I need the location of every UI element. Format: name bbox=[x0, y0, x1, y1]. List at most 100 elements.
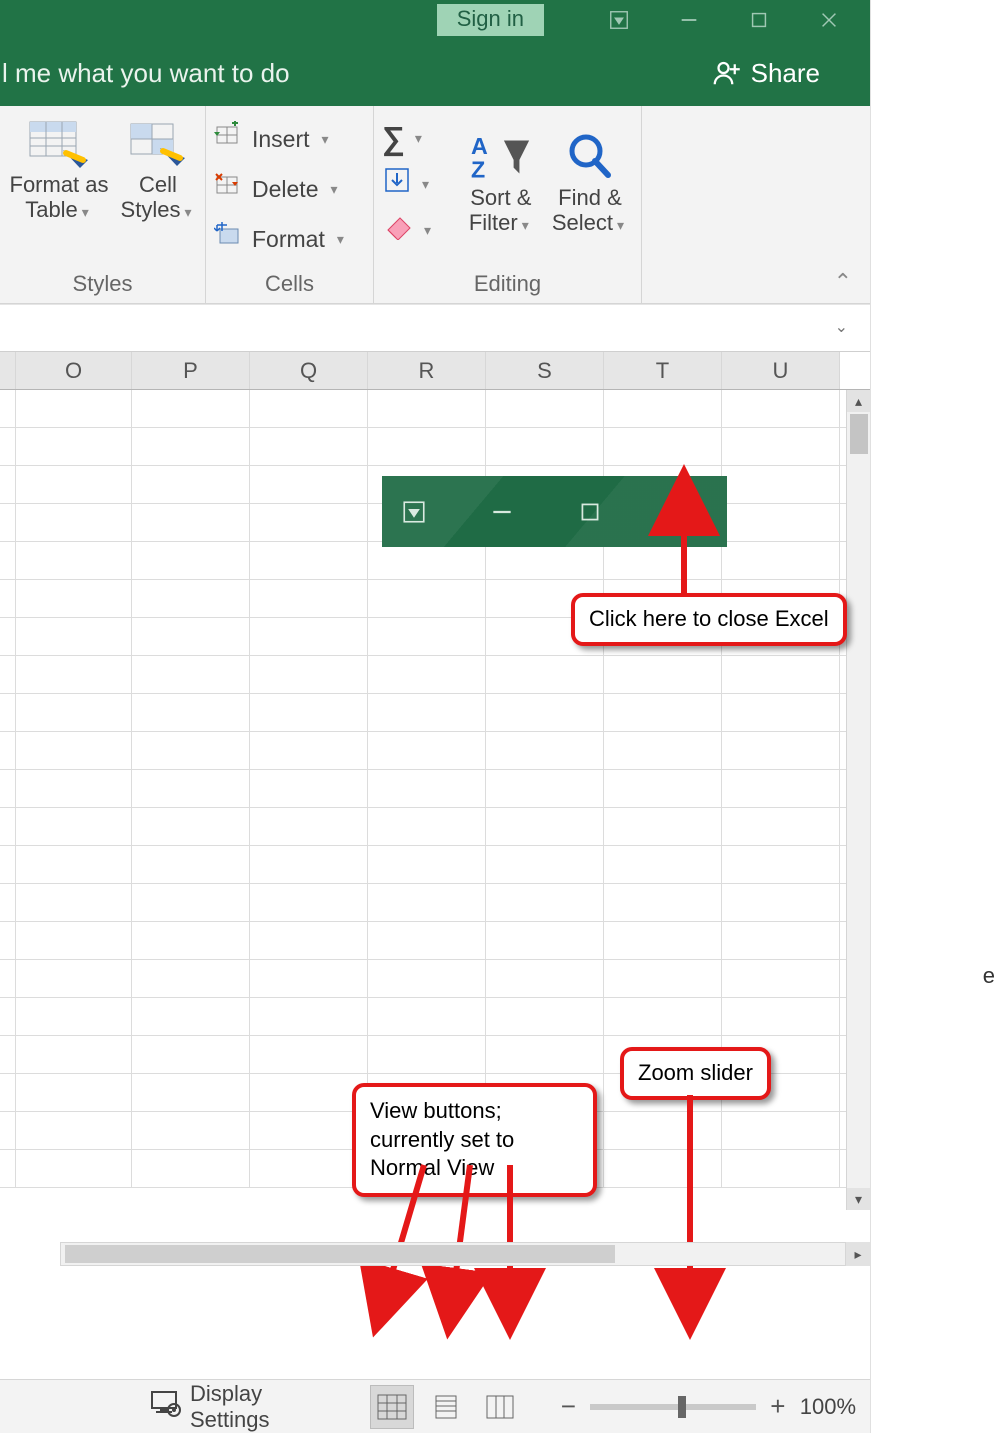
display-settings-button[interactable]: Display Settings bbox=[150, 1381, 332, 1433]
dropdown-caret-icon[interactable]: ▾ bbox=[333, 231, 348, 248]
cell[interactable] bbox=[16, 542, 132, 579]
cell[interactable] bbox=[604, 542, 722, 579]
cell[interactable] bbox=[132, 1112, 250, 1149]
cell[interactable] bbox=[132, 770, 250, 807]
cell[interactable] bbox=[722, 960, 840, 997]
cell[interactable] bbox=[132, 884, 250, 921]
cell[interactable] bbox=[132, 542, 250, 579]
cell[interactable] bbox=[722, 428, 840, 465]
cell[interactable] bbox=[16, 580, 132, 617]
table-row[interactable] bbox=[0, 770, 846, 808]
cell[interactable] bbox=[16, 504, 132, 541]
cell[interactable] bbox=[16, 466, 132, 503]
scroll-right-arrow-icon[interactable]: ▸ bbox=[846, 1242, 870, 1266]
autosum-button[interactable]: ∑ ▾ bbox=[382, 116, 455, 160]
table-row[interactable] bbox=[0, 428, 846, 466]
cell[interactable] bbox=[722, 1150, 840, 1187]
cell[interactable] bbox=[722, 808, 840, 845]
cell[interactable] bbox=[368, 390, 486, 427]
dropdown-caret-icon[interactable]: ▾ bbox=[613, 217, 628, 233]
dropdown-caret-icon[interactable]: ▾ bbox=[78, 204, 93, 220]
fill-button[interactable]: ▾ bbox=[382, 162, 455, 206]
normal-view-button[interactable] bbox=[370, 1385, 414, 1429]
cell[interactable] bbox=[368, 1036, 486, 1073]
cell[interactable] bbox=[16, 1036, 132, 1073]
cell[interactable] bbox=[368, 732, 486, 769]
sign-in-button[interactable]: Sign in bbox=[437, 4, 544, 36]
cell[interactable] bbox=[486, 656, 604, 693]
cell[interactable] bbox=[368, 960, 486, 997]
tell-me-text[interactable]: l me what you want to do bbox=[0, 58, 290, 89]
table-row[interactable] bbox=[0, 694, 846, 732]
cell[interactable] bbox=[486, 732, 604, 769]
cell[interactable] bbox=[132, 998, 250, 1035]
cell[interactable] bbox=[722, 770, 840, 807]
scroll-down-arrow-icon[interactable]: ▾ bbox=[847, 1188, 870, 1210]
cell[interactable] bbox=[486, 770, 604, 807]
cell[interactable] bbox=[16, 390, 132, 427]
cell[interactable] bbox=[604, 846, 722, 883]
zoom-slider-thumb[interactable] bbox=[678, 1396, 686, 1418]
delete-button[interactable]: Delete ▾ bbox=[214, 164, 365, 214]
page-layout-view-button[interactable] bbox=[424, 1385, 468, 1429]
cell[interactable] bbox=[16, 1150, 132, 1187]
cell[interactable] bbox=[368, 428, 486, 465]
cell[interactable] bbox=[132, 466, 250, 503]
cell[interactable] bbox=[16, 922, 132, 959]
minimize-button[interactable] bbox=[654, 0, 724, 40]
cell[interactable] bbox=[486, 922, 604, 959]
dropdown-caret-icon[interactable]: ▾ bbox=[326, 181, 341, 198]
table-row[interactable] bbox=[0, 542, 846, 580]
dropdown-caret-icon[interactable]: ▾ bbox=[518, 217, 533, 233]
expand-formula-bar-icon[interactable]: ⌄ bbox=[835, 317, 848, 337]
dropdown-caret-icon[interactable]: ▾ bbox=[411, 130, 426, 147]
horizontal-scroll-thumb[interactable] bbox=[65, 1245, 615, 1263]
cell[interactable] bbox=[250, 1074, 368, 1111]
cell[interactable] bbox=[722, 542, 840, 579]
cell[interactable] bbox=[722, 846, 840, 883]
cell[interactable] bbox=[604, 998, 722, 1035]
cell[interactable] bbox=[250, 884, 368, 921]
cell[interactable] bbox=[604, 428, 722, 465]
cell[interactable] bbox=[16, 618, 132, 655]
format-button[interactable]: Format ▾ bbox=[214, 214, 365, 264]
column-header-U[interactable]: U bbox=[722, 352, 840, 389]
cell-styles-button[interactable]: Cell Styles▾ bbox=[121, 116, 196, 223]
horizontal-scrollbar[interactable] bbox=[60, 1242, 846, 1266]
dropdown-caret-icon[interactable]: ▾ bbox=[318, 131, 333, 148]
cell[interactable] bbox=[722, 656, 840, 693]
dropdown-caret-icon[interactable]: ▾ bbox=[418, 176, 433, 193]
cell[interactable] bbox=[132, 1036, 250, 1073]
cell[interactable] bbox=[368, 694, 486, 731]
cell[interactable] bbox=[250, 1036, 368, 1073]
cell[interactable] bbox=[368, 808, 486, 845]
zoom-percent-label[interactable]: 100% bbox=[800, 1394, 856, 1420]
cell[interactable] bbox=[250, 846, 368, 883]
cell[interactable] bbox=[250, 1150, 368, 1187]
cell[interactable] bbox=[604, 884, 722, 921]
zoom-in-button[interactable]: + bbox=[766, 1391, 790, 1422]
cell[interactable] bbox=[250, 1112, 368, 1149]
formula-bar[interactable]: ⌄ bbox=[0, 304, 870, 352]
format-as-table-button[interactable]: Format as Table▾ bbox=[10, 116, 109, 223]
cell[interactable] bbox=[486, 428, 604, 465]
cell[interactable] bbox=[486, 998, 604, 1035]
vertical-scrollbar[interactable]: ▴ ▾ bbox=[846, 390, 870, 1210]
cell[interactable] bbox=[250, 542, 368, 579]
table-row[interactable] bbox=[0, 998, 846, 1036]
zoom-out-button[interactable]: − bbox=[556, 1391, 580, 1422]
cell[interactable] bbox=[132, 428, 250, 465]
cell[interactable] bbox=[250, 808, 368, 845]
cell[interactable] bbox=[16, 846, 132, 883]
ribbon-display-options-icon[interactable] bbox=[584, 0, 654, 40]
insert-button[interactable]: Insert ▾ bbox=[214, 114, 365, 164]
cell[interactable] bbox=[486, 694, 604, 731]
cell[interactable] bbox=[722, 1112, 840, 1149]
cell[interactable] bbox=[250, 922, 368, 959]
cell[interactable] bbox=[250, 732, 368, 769]
cell[interactable] bbox=[250, 618, 368, 655]
table-row[interactable] bbox=[0, 846, 846, 884]
cell[interactable] bbox=[486, 846, 604, 883]
collapse-ribbon-icon[interactable]: ⌃ bbox=[834, 269, 852, 295]
cell[interactable] bbox=[486, 1036, 604, 1073]
